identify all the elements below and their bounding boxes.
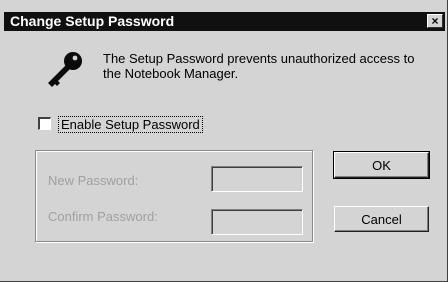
enable-setup-password-label[interactable]: Enable Setup Password — [58, 116, 203, 133]
enable-setup-password-checkbox[interactable] — [38, 117, 51, 130]
confirm-password-field[interactable] — [211, 209, 303, 235]
window-title: Change Setup Password — [10, 13, 175, 29]
new-password-label: New Password: — [48, 173, 139, 188]
description-line-2: the Notebook Manager. — [103, 66, 239, 81]
key-icon — [48, 52, 82, 87]
title-bar[interactable]: Change Setup Password × — [4, 12, 445, 31]
close-button[interactable]: × — [427, 14, 443, 28]
description-text: The Setup Password prevents unauthorized… — [103, 51, 433, 81]
close-icon: × — [431, 14, 439, 28]
confirm-password-label: Confirm Password: — [48, 209, 158, 224]
description-line-1: The Setup Password prevents unauthorized… — [103, 51, 415, 66]
change-setup-password-dialog: Change Setup Password × The Setup Passwo… — [0, 0, 448, 282]
cancel-button[interactable]: Cancel — [334, 206, 429, 232]
ok-button[interactable]: OK — [333, 151, 430, 179]
new-password-field[interactable] — [211, 166, 303, 192]
